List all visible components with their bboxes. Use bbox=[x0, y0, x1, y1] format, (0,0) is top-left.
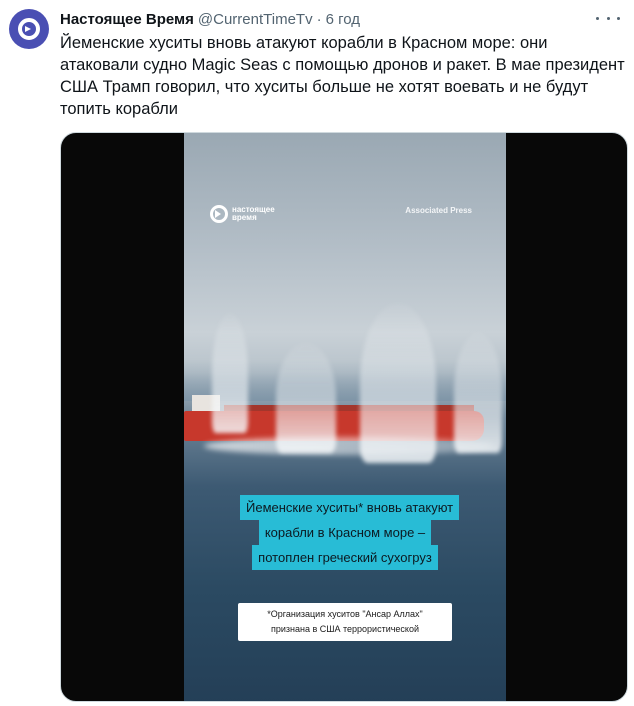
more-options-button[interactable] bbox=[596, 10, 620, 26]
headline-line: потоплен греческий сухогруз bbox=[252, 545, 438, 570]
footnote-line: признана в США террористической bbox=[270, 624, 419, 634]
ship-wake bbox=[204, 437, 494, 455]
footnote-line: *Организация хуситов "Ансар Аллах" bbox=[267, 609, 423, 619]
channel-logo: настоящее время bbox=[210, 205, 278, 223]
water-splash bbox=[360, 303, 436, 463]
headline-line: Йеменские хуситы* вновь атакуют bbox=[240, 495, 460, 520]
current-time-logo-icon bbox=[18, 18, 40, 40]
more-horizontal-icon bbox=[596, 16, 599, 20]
video-player[interactable]: настоящее время Associated Press Йеменск… bbox=[60, 132, 628, 702]
video-frame[interactable]: настоящее время Associated Press Йеменск… bbox=[184, 133, 506, 701]
author-name[interactable]: Настоящее Время bbox=[60, 11, 194, 28]
author-handle[interactable]: @CurrentTimeTv bbox=[198, 11, 313, 28]
current-time-logo-icon bbox=[210, 205, 228, 223]
separator-dot: · bbox=[316, 10, 322, 28]
video-footnote: *Организация хуситов "Ансар Аллах" призн… bbox=[238, 603, 452, 641]
water-splash bbox=[454, 333, 502, 453]
water-splash bbox=[212, 313, 248, 433]
channel-logo-text: настоящее время bbox=[232, 205, 275, 222]
ship-deck bbox=[224, 405, 474, 411]
source-credit: Associated Press bbox=[405, 206, 472, 215]
tweet-text: Йеменские хуситы вновь атакуют корабли в… bbox=[60, 34, 625, 118]
headline-line: корабли в Красном море – bbox=[258, 520, 432, 545]
tweet-header: Настоящее Время @CurrentTimeTv · 6 год bbox=[60, 8, 594, 30]
tweet-time[interactable]: 6 год bbox=[326, 11, 360, 28]
water-splash bbox=[276, 343, 336, 453]
avatar[interactable] bbox=[9, 9, 49, 49]
video-headline: Йеменские хуситы* вновь атакуют корабли … bbox=[240, 495, 460, 570]
